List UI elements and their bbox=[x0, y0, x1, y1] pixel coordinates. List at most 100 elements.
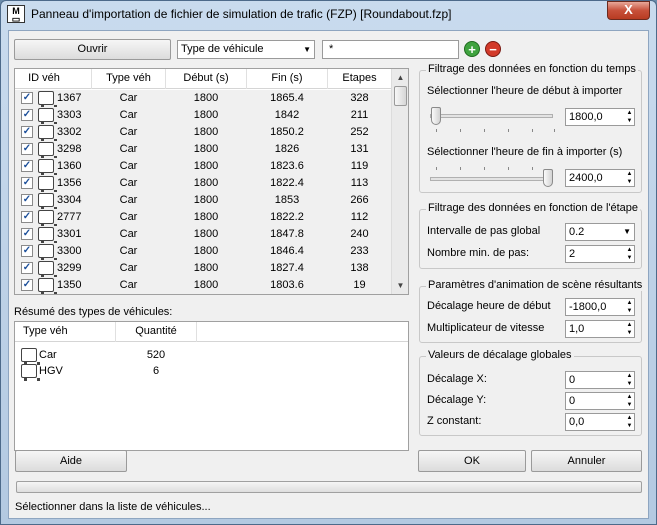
spinner-arrows-icon[interactable]: ▲ ▼ bbox=[625, 299, 634, 315]
spinner-arrows-icon[interactable]: ▲ ▼ bbox=[625, 170, 634, 186]
table-row[interactable]: ✓ 3303 Car 1800 1842 211 bbox=[15, 107, 391, 125]
row-checkbox[interactable]: ✓ bbox=[21, 228, 33, 240]
row-checkbox[interactable]: ✓ bbox=[21, 262, 33, 274]
table-row[interactable]: ✓ 3298 Car 1800 1826 131 bbox=[15, 141, 391, 159]
interval-select[interactable]: 0.2 ▼ bbox=[565, 223, 635, 241]
table-row[interactable]: ✓ 1367 Car 1800 1865.4 328 bbox=[15, 90, 391, 108]
vehicle-icon bbox=[38, 193, 57, 210]
end-time-spinner[interactable]: 2400,0 ▲ ▼ bbox=[565, 169, 635, 187]
vehicle-type: Car bbox=[119, 92, 138, 104]
vehicle-end: 1853 bbox=[274, 194, 300, 206]
start-time-value: 1800,0 bbox=[569, 111, 603, 123]
chevron-down-icon: ▼ bbox=[623, 227, 631, 236]
vehicle-end: 1842 bbox=[274, 109, 300, 121]
scroll-down-icon[interactable]: ▼ bbox=[393, 278, 408, 293]
cancel-button[interactable]: Annuler bbox=[531, 450, 642, 472]
row-checkbox[interactable]: ✓ bbox=[21, 177, 33, 189]
row-checkbox[interactable]: ✓ bbox=[21, 211, 33, 223]
vehicle-steps: 266 bbox=[350, 194, 369, 206]
step-filter-group: Filtrage des données en fonction de l'ét… bbox=[419, 202, 642, 269]
table-row[interactable]: ✓ 3304 Car 1800 1853 266 bbox=[15, 192, 391, 210]
vehicle-start: 1800 bbox=[193, 126, 219, 138]
spinner-arrows-icon[interactable]: ▲ ▼ bbox=[625, 321, 634, 337]
filter-type-select[interactable]: Type de véhicule ▼ bbox=[177, 40, 315, 59]
table-row[interactable]: ✓ 3301 Car 1800 1847.8 240 bbox=[15, 226, 391, 244]
table-row[interactable]: ✓ 1356 Car 1800 1822.4 113 bbox=[15, 175, 391, 193]
speed-spinner[interactable]: 1,0 ▲ ▼ bbox=[565, 320, 635, 338]
col-header-steps[interactable]: Etapes bbox=[328, 72, 391, 84]
ok-button[interactable]: OK bbox=[418, 450, 526, 472]
vehicle-start: 1800 bbox=[193, 109, 219, 121]
open-button[interactable]: Ouvrir bbox=[14, 39, 171, 60]
table-row[interactable]: ✓ 3302 Car 1800 1850.2 252 bbox=[15, 124, 391, 142]
vehicle-id: 3304 bbox=[57, 194, 82, 206]
title-bar[interactable]: M ▭ Panneau d'importation de fichier de s… bbox=[1, 1, 656, 29]
row-checkbox[interactable]: ✓ bbox=[21, 143, 33, 155]
col-header-type[interactable]: Type véh bbox=[92, 72, 165, 84]
help-button[interactable]: Aide bbox=[15, 450, 127, 472]
vehicle-end: 1847.8 bbox=[270, 228, 304, 240]
vehicle-start: 1800 bbox=[193, 262, 219, 274]
step-filter-title: Filtrage des données en fonction de l'ét… bbox=[426, 202, 641, 214]
col-header-end[interactable]: Fin (s) bbox=[247, 72, 327, 84]
table-scrollbar[interactable]: ▲ ▼ bbox=[391, 69, 408, 294]
col-header-id[interactable]: ID véh bbox=[15, 72, 73, 84]
row-checkbox[interactable]: ✓ bbox=[21, 160, 33, 172]
offset-z-spinner[interactable]: 0,0 ▲ ▼ bbox=[565, 413, 635, 431]
col-header-start[interactable]: Début (s) bbox=[166, 72, 246, 84]
vehicle-steps: 119 bbox=[350, 160, 369, 172]
vehicle-steps: 233 bbox=[350, 245, 369, 257]
vehicle-steps: 240 bbox=[350, 228, 369, 240]
vehicle-steps: 113 bbox=[350, 177, 369, 189]
vehicle-steps: 138 bbox=[350, 262, 369, 274]
offset-value: -1800,0 bbox=[569, 301, 607, 313]
table-row[interactable]: ✓ 3299 Car 1800 1827.4 138 bbox=[15, 260, 391, 278]
row-checkbox[interactable]: ✓ bbox=[21, 194, 33, 206]
summary-row[interactable]: HGV 6 bbox=[15, 364, 408, 381]
scroll-up-icon[interactable]: ▲ bbox=[393, 70, 408, 85]
row-checkbox[interactable]: ✓ bbox=[21, 126, 33, 138]
spinner-arrows-icon[interactable]: ▲ ▼ bbox=[625, 414, 634, 430]
table-row[interactable]: ✓ 2777 Car 1800 1822.2 112 bbox=[15, 209, 391, 227]
summary-col-qty[interactable]: Quantité bbox=[116, 325, 196, 337]
start-time-spinner[interactable]: 1800,0 ▲ ▼ bbox=[565, 108, 635, 126]
vehicle-id: 1356 bbox=[57, 177, 82, 189]
filter-input[interactable]: * bbox=[322, 40, 459, 59]
offset-z-label: Z constant: bbox=[427, 415, 482, 427]
summary-table: Type véh Quantité Car 520 HGV 6 bbox=[14, 321, 409, 451]
plus-icon[interactable]: + bbox=[464, 41, 480, 57]
spinner-arrows-icon[interactable]: ▲ ▼ bbox=[625, 109, 634, 125]
table-row[interactable]: ✓ 1360 Car 1800 1823.6 119 bbox=[15, 158, 391, 176]
min-steps-label: Nombre min. de pas: bbox=[427, 247, 530, 259]
vehicle-end: 1822.4 bbox=[270, 177, 304, 189]
row-checkbox[interactable]: ✓ bbox=[21, 279, 33, 291]
start-time-slider[interactable] bbox=[430, 114, 553, 118]
spinner-arrows-icon[interactable]: ▲ ▼ bbox=[625, 393, 634, 409]
vehicle-icon bbox=[38, 91, 57, 108]
min-steps-spinner[interactable]: 2 ▲ ▼ bbox=[565, 245, 635, 263]
vehicle-id: 3302 bbox=[57, 126, 82, 138]
summary-col-type[interactable]: Type véh bbox=[23, 325, 68, 337]
vehicle-end: 1827.4 bbox=[270, 262, 304, 274]
row-checkbox[interactable]: ✓ bbox=[21, 245, 33, 257]
table-row[interactable]: ✓ 1350 Car 1800 1803.6 19 bbox=[15, 277, 391, 294]
end-time-slider-thumb[interactable] bbox=[543, 169, 553, 187]
vehicle-start: 1800 bbox=[193, 228, 219, 240]
scroll-thumb[interactable] bbox=[394, 86, 407, 106]
summary-row[interactable]: Car 520 bbox=[15, 348, 408, 365]
offset-y-spinner[interactable]: 0 ▲ ▼ bbox=[565, 392, 635, 410]
table-row[interactable]: ✓ 3300 Car 1800 1846.4 233 bbox=[15, 243, 391, 261]
offset-x-spinner[interactable]: 0 ▲ ▼ bbox=[565, 371, 635, 389]
vehicle-type: Car bbox=[119, 194, 138, 206]
close-button[interactable]: X bbox=[607, 1, 650, 20]
spinner-arrows-icon[interactable]: ▲ ▼ bbox=[625, 246, 634, 262]
minus-icon[interactable]: − bbox=[485, 41, 501, 57]
vehicle-start: 1800 bbox=[193, 279, 219, 291]
offset-spinner[interactable]: -1800,0 ▲ ▼ bbox=[565, 298, 635, 316]
spinner-arrows-icon[interactable]: ▲ ▼ bbox=[625, 372, 634, 388]
end-time-slider[interactable] bbox=[430, 177, 553, 181]
animation-title: Paramètres d'animation de scène résultan… bbox=[426, 279, 645, 291]
start-time-slider-thumb[interactable] bbox=[431, 107, 441, 125]
row-checkbox[interactable]: ✓ bbox=[21, 92, 33, 104]
row-checkbox[interactable]: ✓ bbox=[21, 109, 33, 121]
